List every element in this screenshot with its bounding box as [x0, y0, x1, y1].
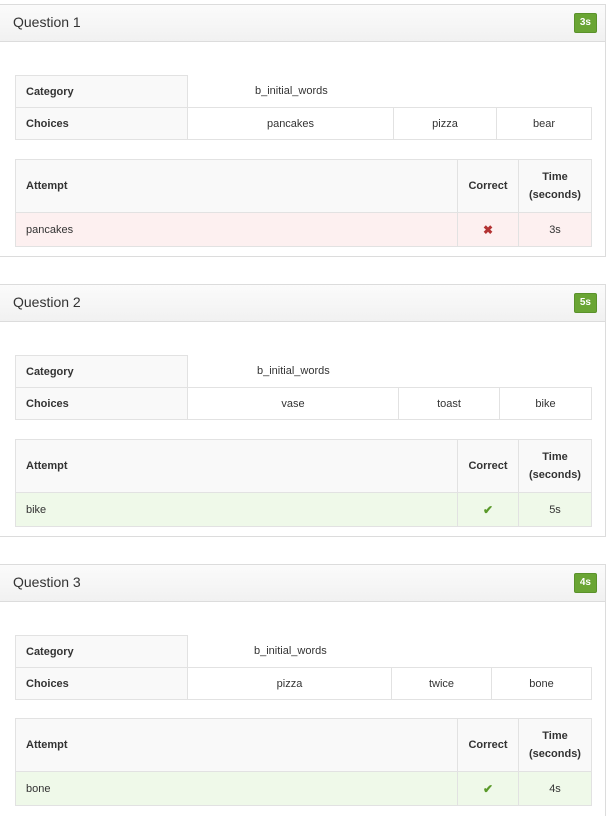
- check-icon: ✔: [457, 492, 519, 527]
- choices-label: Choices: [15, 107, 188, 140]
- attempt-value: bike: [15, 492, 458, 527]
- category-label: Category: [15, 75, 188, 108]
- time-value: 5s: [518, 492, 592, 527]
- time-header: Time (seconds): [518, 159, 592, 213]
- question-title-2: Question 2: [13, 294, 81, 310]
- choice-cell: pizza: [187, 667, 392, 700]
- question-title-1: Question 1: [13, 14, 81, 30]
- choices-label: Choices: [15, 387, 188, 420]
- time-badge-1: 3s: [573, 13, 597, 33]
- time-header: Time (seconds): [518, 718, 592, 772]
- category-table-2: Category b_initial_words Choices vase to…: [15, 355, 592, 420]
- choice-cell: pancakes: [187, 107, 394, 140]
- category-value-1: b_initial_words: [187, 75, 592, 108]
- table-row: pancakes ✖ 3s: [15, 212, 592, 247]
- choice-cell: twice: [391, 667, 492, 700]
- choice-cell: bone: [491, 667, 592, 700]
- cross-icon: ✖: [457, 212, 519, 247]
- question-panel-2: Question 2 5s Category b_initial_words C…: [0, 284, 606, 537]
- question-heading-1: Question 1 3s: [0, 5, 605, 42]
- time-value: 4s: [518, 771, 592, 806]
- choice-cell: toast: [398, 387, 500, 420]
- table-row: bone ✔ 4s: [15, 771, 592, 806]
- attempt-value: bone: [15, 771, 458, 806]
- question-title-3: Question 3: [13, 574, 81, 590]
- attempt-header: Attempt: [15, 718, 458, 772]
- table-row: bike ✔ 5s: [15, 492, 592, 527]
- choice-cell: bike: [499, 387, 592, 420]
- category-label: Category: [15, 355, 188, 388]
- choice-cell: pizza: [393, 107, 497, 140]
- time-badge-2: 5s: [573, 293, 597, 313]
- attempt-table-3: Attempt Correct Time (seconds) bone ✔ 4s: [15, 718, 592, 806]
- question-heading-2: Question 2 5s: [0, 285, 605, 322]
- time-value: 3s: [518, 212, 592, 247]
- attempt-header: Attempt: [15, 439, 458, 493]
- category-table-3: Category b_initial_words Choices pizza t…: [15, 635, 592, 700]
- question-heading-3: Question 3 4s: [0, 565, 605, 602]
- category-label: Category: [15, 635, 188, 668]
- choices-label: Choices: [15, 667, 188, 700]
- correct-header: Correct: [457, 159, 519, 213]
- correct-header: Correct: [457, 439, 519, 493]
- time-header: Time (seconds): [518, 439, 592, 493]
- attempt-header: Attempt: [15, 159, 458, 213]
- category-value-3: b_initial_words: [187, 635, 592, 668]
- question-panel-3: Question 3 4s Category b_initial_words C…: [0, 564, 606, 816]
- correct-header: Correct: [457, 718, 519, 772]
- choice-cell: vase: [187, 387, 399, 420]
- choice-cell: bear: [496, 107, 592, 140]
- attempt-table-2: Attempt Correct Time (seconds) bike ✔ 5s: [15, 439, 592, 527]
- check-icon: ✔: [457, 771, 519, 806]
- time-badge-3: 4s: [573, 573, 597, 593]
- category-value-2: b_initial_words: [187, 355, 592, 388]
- category-table-1: Category b_initial_words Choices pancake…: [15, 75, 592, 140]
- attempt-value: pancakes: [15, 212, 458, 247]
- attempt-table-1: Attempt Correct Time (seconds) pancakes ✖…: [15, 159, 592, 247]
- question-panel-1: Question 1 3s Category b_initial_words C…: [0, 4, 606, 257]
